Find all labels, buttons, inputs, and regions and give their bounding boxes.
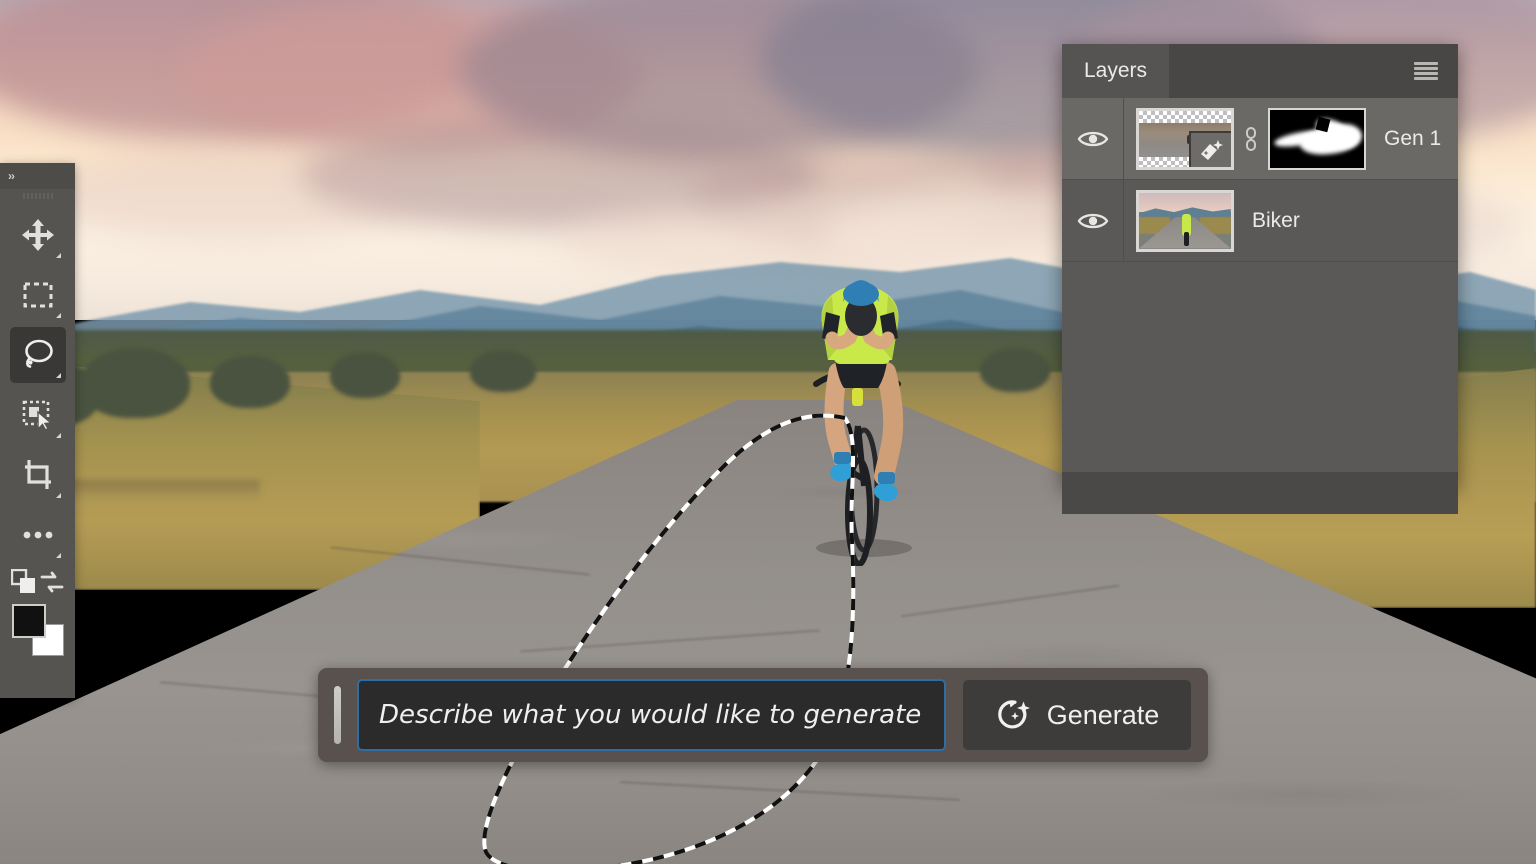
crop-tool-icon: [21, 458, 55, 492]
eye-icon: [1077, 211, 1109, 231]
tool-flyout-indicator: [56, 433, 61, 438]
quick-mask-mode-button[interactable]: [11, 569, 37, 600]
bush: [330, 352, 400, 398]
toolbar-header: ››: [0, 163, 75, 189]
collapse-panel-icon[interactable]: ››: [8, 169, 14, 183]
photoshop-window: ››: [0, 0, 1536, 864]
move-tool[interactable]: [10, 207, 66, 263]
lasso-tool[interactable]: [10, 327, 66, 383]
screen-mode-icon: [39, 569, 65, 595]
eye-icon: [1077, 129, 1109, 149]
more-tools-icon: [21, 528, 55, 542]
bush: [210, 356, 290, 408]
layers-panel-header: Layers: [1062, 44, 1458, 98]
tools-panel[interactable]: ››: [0, 163, 75, 698]
object-selection-icon: [20, 397, 56, 433]
rectangular-marquee-tool[interactable]: [10, 267, 66, 323]
generate-button-label: Generate: [1047, 700, 1160, 731]
layers-panel-title: Layers: [1084, 59, 1147, 83]
bush: [980, 348, 1050, 392]
thumbnail-cyclist: [1182, 214, 1191, 236]
table-row[interactable]: Gen 1: [1062, 98, 1458, 180]
tool-flyout-indicator: [56, 313, 61, 318]
link-chain-icon: [1243, 126, 1259, 152]
transparency-checker: [1139, 111, 1231, 123]
prompt-placeholder: Describe what you would like to generate: [379, 700, 921, 730]
layer-name[interactable]: Gen 1: [1384, 127, 1441, 151]
layer-visibility-toggle[interactable]: [1062, 180, 1124, 262]
thumbnail-sky: [1139, 193, 1231, 212]
cyclist: [786, 276, 936, 566]
generative-sparkle-icon: [995, 696, 1033, 734]
object-selection-tool[interactable]: [10, 387, 66, 443]
tool-flyout-indicator: [56, 553, 61, 558]
task-bar-drag-handle[interactable]: [334, 686, 341, 744]
generate-button[interactable]: Generate: [962, 679, 1192, 751]
table-row[interactable]: Biker: [1062, 180, 1458, 262]
generative-fill-badge: [1189, 131, 1233, 169]
layers-panel-footer[interactable]: [1062, 472, 1458, 514]
tab-layers[interactable]: Layers: [1062, 44, 1169, 98]
prompt-input[interactable]: Describe what you would like to generate: [357, 679, 946, 751]
layer-thumbnail[interactable]: [1136, 190, 1234, 252]
cloud: [40, 150, 420, 240]
more-tools[interactable]: [10, 507, 66, 563]
mask-link-icon[interactable]: [1238, 108, 1264, 170]
color-swatches[interactable]: [10, 602, 66, 658]
contextual-task-bar[interactable]: Describe what you would like to generate…: [318, 668, 1208, 762]
panel-menu-icon[interactable]: [1414, 62, 1438, 80]
rectangular-marquee-icon: [21, 278, 55, 312]
layers-list: Gen 1 Biker: [1062, 98, 1458, 262]
foreground-color-swatch[interactable]: [12, 604, 46, 638]
generative-layer-icon: [1198, 138, 1224, 162]
tool-flyout-indicator: [56, 253, 61, 258]
lasso-tool-icon: [20, 337, 56, 373]
layer-visibility-toggle[interactable]: [1062, 98, 1124, 180]
quick-mask-icon: [11, 569, 37, 595]
screen-mode-button[interactable]: [39, 569, 65, 600]
layers-panel[interactable]: Layers: [1062, 44, 1458, 488]
layer-thumbnail[interactable]: [1136, 108, 1234, 170]
mode-buttons-row: [10, 569, 66, 600]
layer-mask-thumbnail[interactable]: [1268, 108, 1366, 170]
toolbar-drag-handle[interactable]: [0, 189, 75, 203]
crop-tool[interactable]: [10, 447, 66, 503]
tool-flyout-indicator: [56, 373, 61, 378]
layer-name[interactable]: Biker: [1252, 209, 1300, 233]
layers-panel-empty-area: [1062, 262, 1458, 472]
move-tool-icon: [20, 217, 56, 253]
bush: [470, 350, 536, 392]
tool-flyout-indicator: [56, 493, 61, 498]
